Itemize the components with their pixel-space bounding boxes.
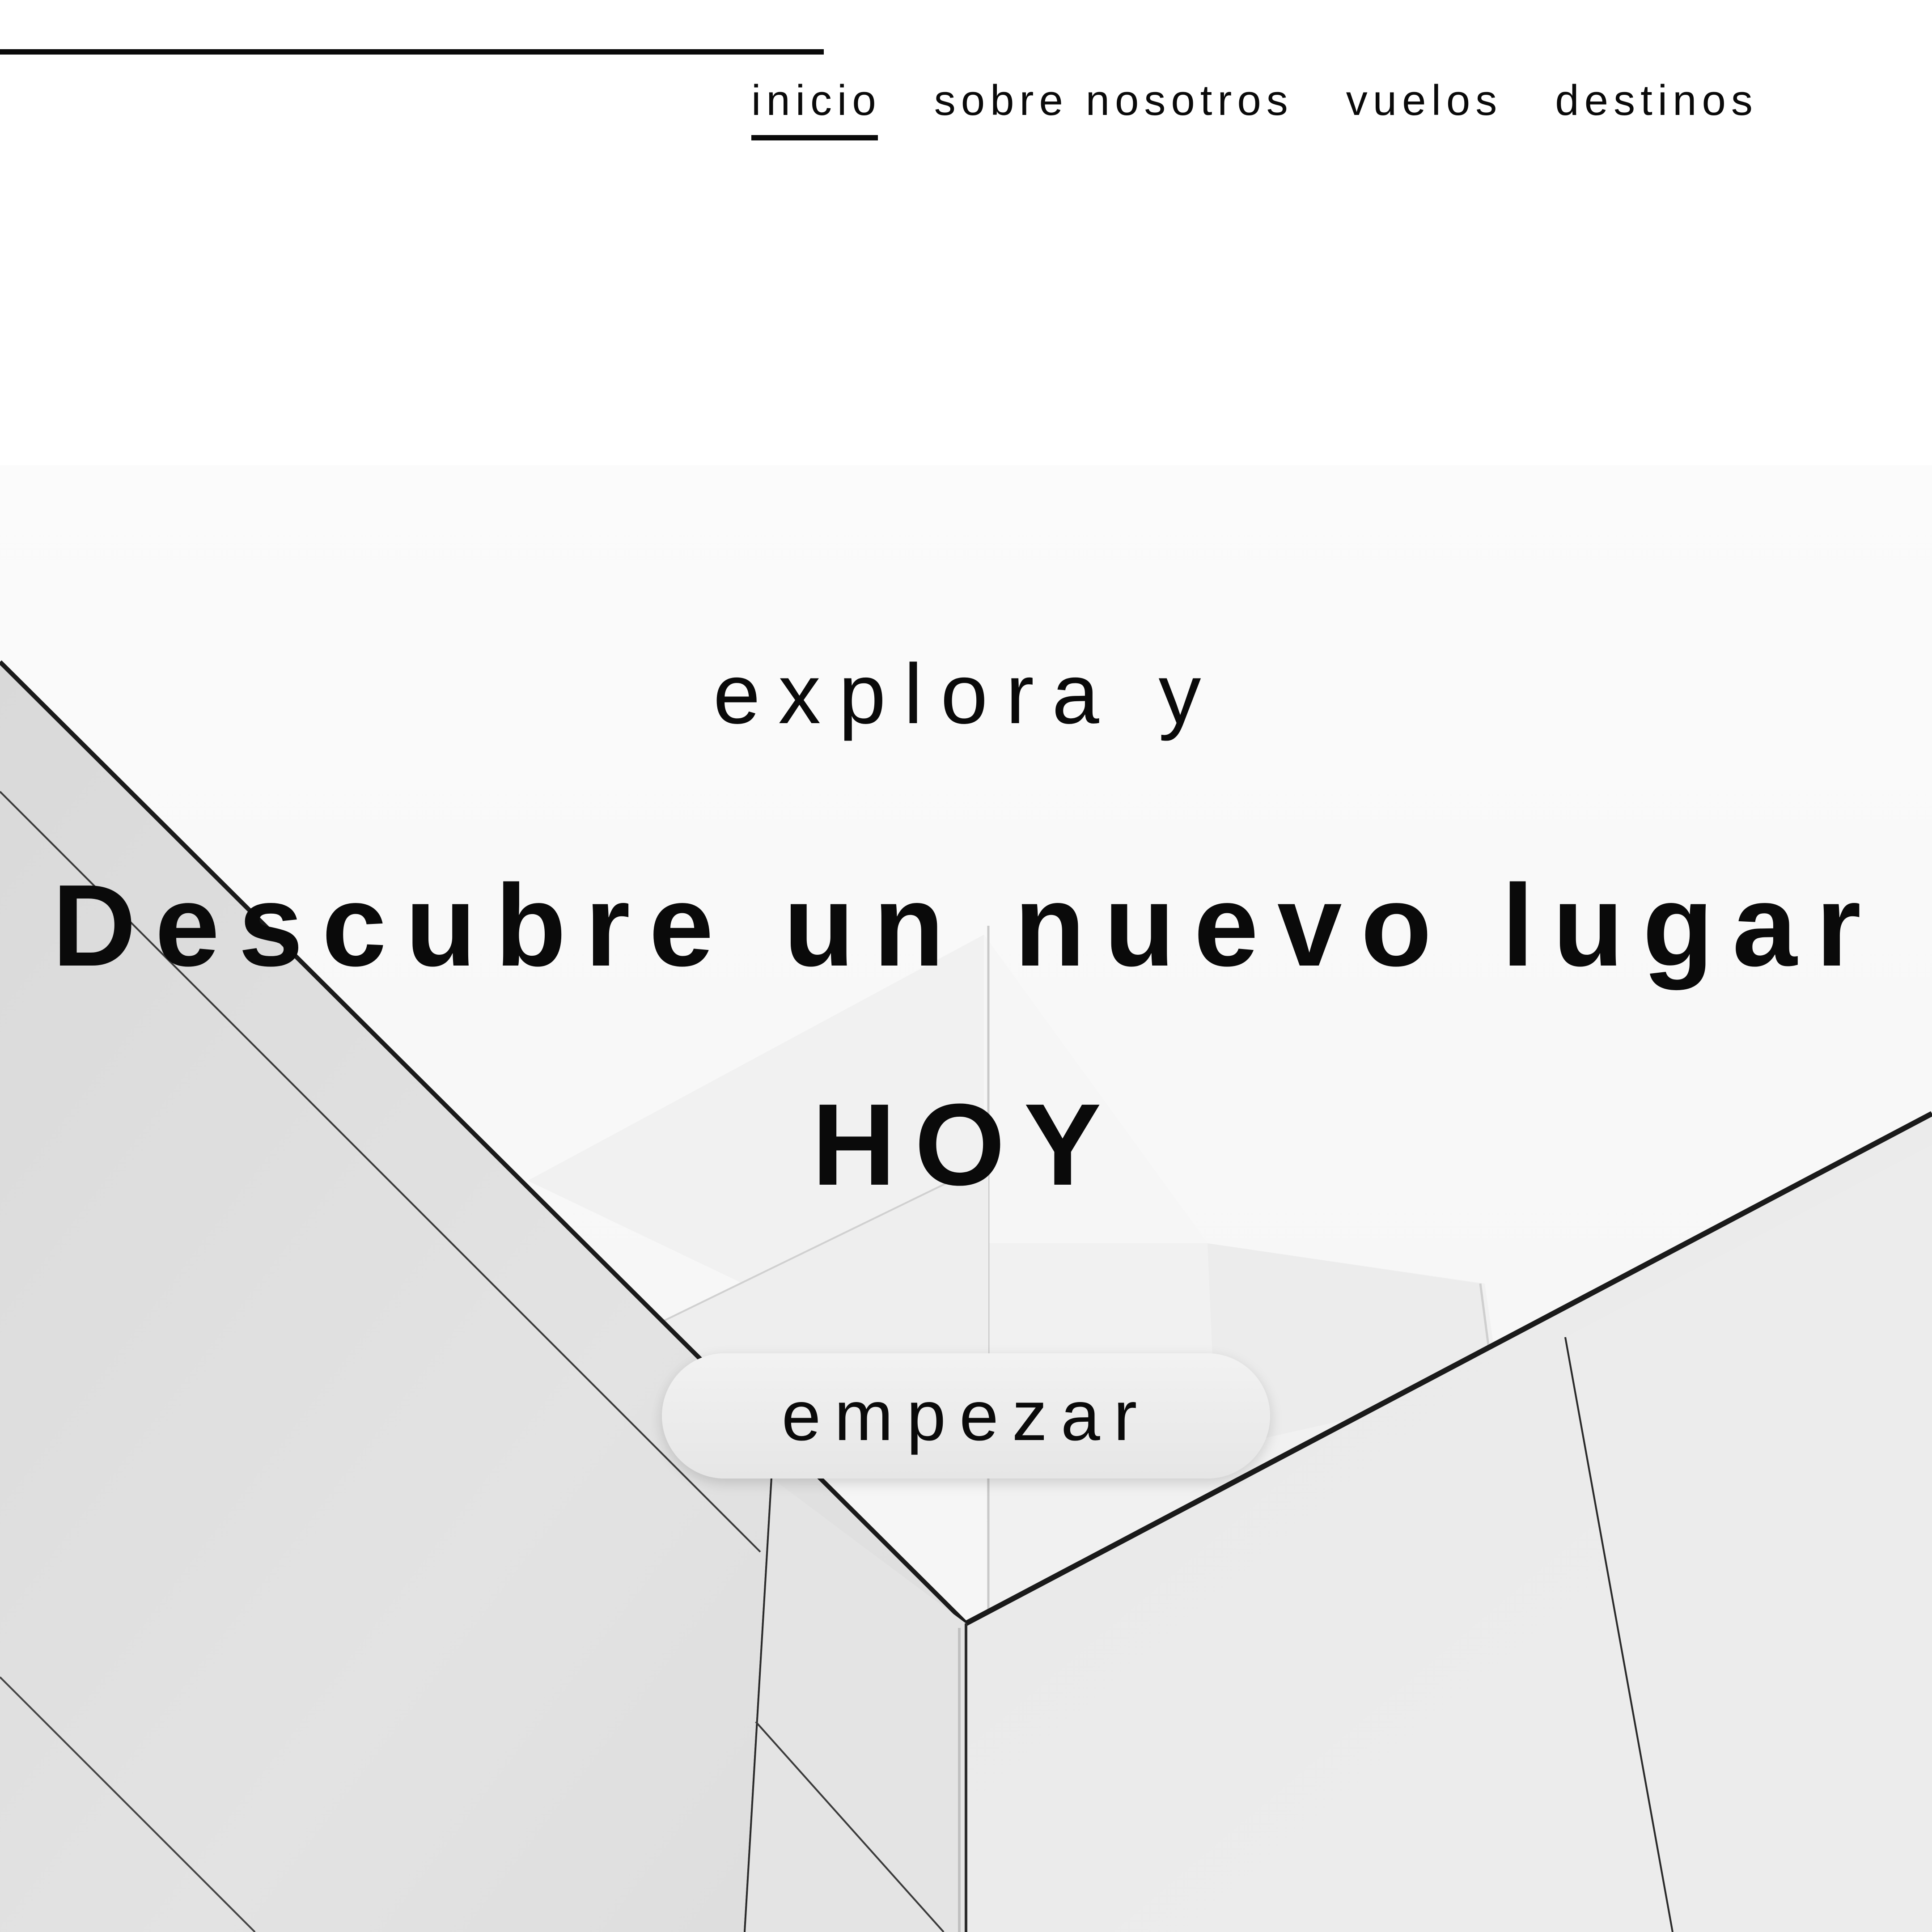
- main-nav: inicio sobre nosotros vuelos destinos: [751, 72, 1758, 140]
- nav-item-vuelos[interactable]: vuelos: [1346, 72, 1503, 130]
- start-button[interactable]: empezar: [662, 1353, 1270, 1479]
- hero-headline-today: HOY: [812, 1080, 1120, 1210]
- nav-item-destinos[interactable]: destinos: [1555, 72, 1758, 130]
- hero-tagline: explora y: [713, 647, 1219, 741]
- hero-headline: Descubre un nuevo lugar: [52, 861, 1880, 991]
- hero-section: explora y Descubre un nuevo lugar HOY em…: [0, 465, 1932, 1932]
- header-divider: [0, 49, 824, 55]
- nav-item-inicio[interactable]: inicio: [751, 72, 881, 140]
- nav-item-sobre-nosotros[interactable]: sobre nosotros: [934, 72, 1293, 130]
